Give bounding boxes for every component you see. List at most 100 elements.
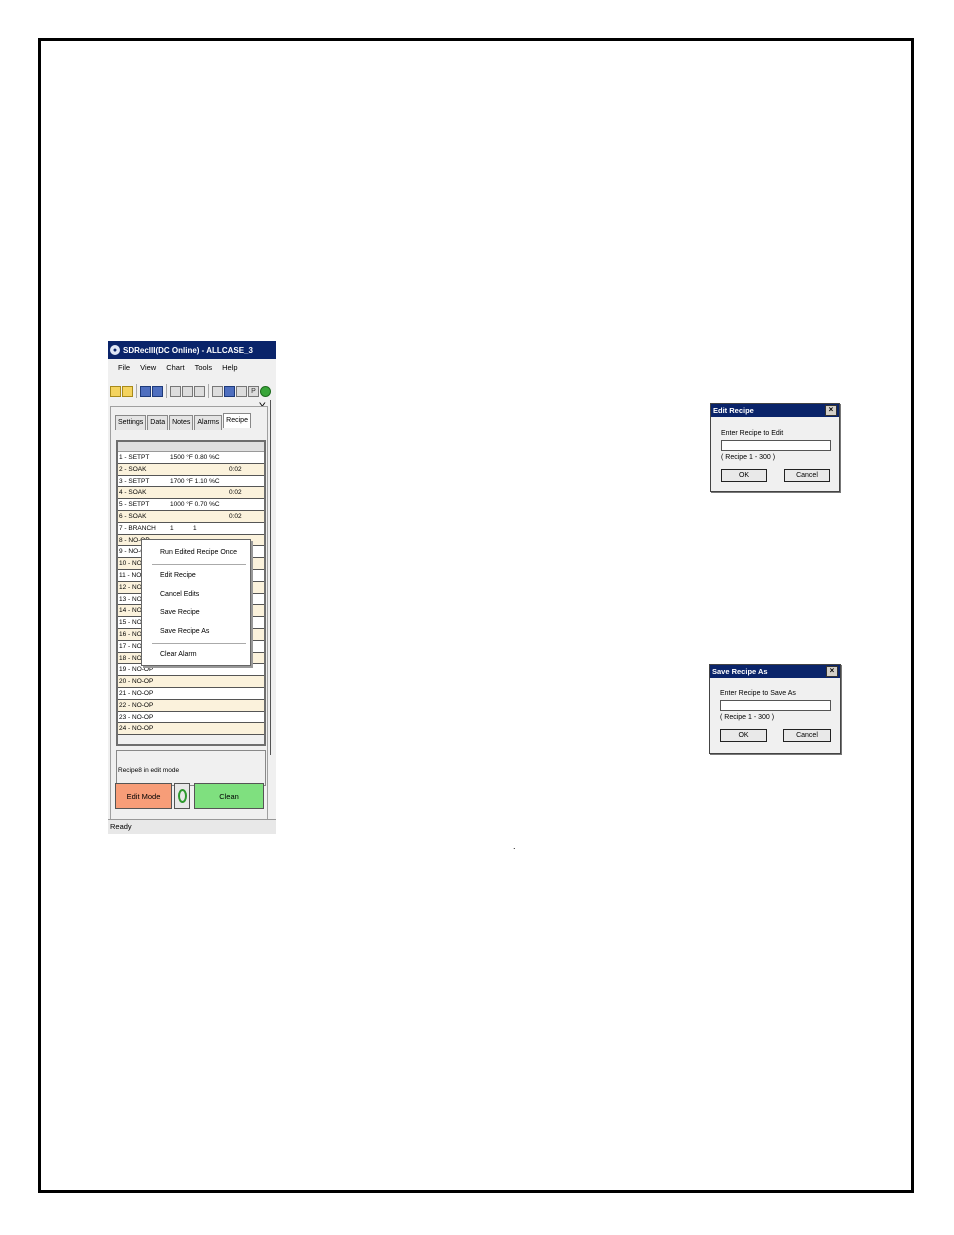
- pen-icon[interactable]: [212, 385, 223, 397]
- help-icon[interactable]: P: [248, 385, 259, 397]
- menu-separator: [152, 643, 246, 644]
- save-recipe-as-dialog: Save Recipe As × Enter Recipe to Save As…: [709, 664, 841, 754]
- recipe-step-name: 20 - NO-OP: [119, 678, 154, 686]
- edit-recipe-dialog: Edit Recipe × Enter Recipe to Edit ( Rec…: [710, 403, 840, 492]
- status-message-area: Recipe8 in edit mode: [116, 750, 266, 786]
- context-menu: Run Edited Recipe Once Edit Recipe Cance…: [141, 539, 251, 666]
- recipe-list-header: [118, 442, 264, 452]
- print-icon[interactable]: [170, 385, 181, 397]
- edit-dialog-title: Edit Recipe: [713, 406, 754, 415]
- recipe-step-value: 1500 °F 0.80 %C: [170, 454, 220, 461]
- new-icon[interactable]: [110, 385, 121, 397]
- menu-help[interactable]: Help: [222, 363, 237, 372]
- recipe-step-value: 1700 °F 1.10 %C: [170, 477, 220, 485]
- recipe-row[interactable]: 2 - SOAK 0:02: [118, 463, 264, 476]
- recipe-step-value-2: 1: [193, 524, 197, 532]
- menu-separator: [152, 564, 246, 565]
- menu-item-save-recipe-as[interactable]: Save Recipe As: [160, 628, 209, 635]
- toolbar-separator: [166, 384, 167, 398]
- recipe-step-time: 0:02: [229, 512, 242, 520]
- status-bar: Ready: [108, 819, 276, 834]
- edit-dialog-range: ( Recipe 1 - 300 ): [721, 454, 776, 461]
- clean-button[interactable]: Clean: [194, 783, 264, 809]
- status-message: Recipe8 in edit mode: [118, 767, 180, 774]
- app-icon: ●: [110, 345, 120, 355]
- save-dialog-prompt: Enter Recipe to Save As: [720, 690, 796, 697]
- tab-notes[interactable]: Notes: [169, 415, 194, 430]
- menu-item-edit-recipe[interactable]: Edit Recipe: [160, 572, 196, 579]
- recipe-step-value: 1000 °F 0.70 %C: [170, 501, 220, 509]
- window-title: SDRecIII(DC Online) - ALLCASE_3: [123, 345, 253, 355]
- title-bar: ● SDRecIII(DC Online) - ALLCASE_3: [108, 341, 276, 359]
- open-folder-icon[interactable]: [122, 385, 133, 397]
- recipe-row[interactable]: 6 - SOAK 0:02: [118, 510, 264, 523]
- recipe-row[interactable]: 1 - SETPT 1500 °F 0.80 %C: [118, 452, 264, 464]
- recipe-step-name: 1 - SETPT: [119, 454, 150, 461]
- pen-blue-icon[interactable]: [224, 385, 235, 397]
- print-setup-icon[interactable]: [194, 385, 205, 397]
- recipe-row[interactable]: 4 - SOAK 0:02: [118, 487, 264, 500]
- recipe-row[interactable]: 20 - NO-OP: [118, 676, 264, 688]
- recipe-step-name: 23 - NO-OP: [119, 713, 154, 721]
- sync-button[interactable]: [174, 783, 190, 809]
- recipe-row[interactable]: 21 - NO-OP: [118, 687, 264, 700]
- edit-mode-button[interactable]: Edit Mode: [115, 783, 172, 809]
- toolbar-separator: [208, 384, 209, 398]
- stray-mark: .: [513, 841, 516, 851]
- recipe-step-time: 0:02: [229, 489, 242, 497]
- edit-dialog-prompt: Enter Recipe to Edit: [721, 430, 784, 437]
- recipe-step-name: 21 - NO-OP: [119, 689, 154, 697]
- menu-item-run-edited-recipe-once[interactable]: Run Edited Recipe Once: [160, 549, 237, 556]
- menu-bar: File View Chart Tools Help: [108, 360, 276, 374]
- recipe-row[interactable]: 23 - NO-OP: [118, 711, 264, 724]
- menu-file[interactable]: File: [118, 363, 130, 372]
- ok-button[interactable]: OK: [721, 469, 767, 482]
- sync-icon: [177, 789, 187, 803]
- edit-dialog-title-bar: Edit Recipe ×: [711, 404, 839, 417]
- recipe-row[interactable]: 24 - NO-OP: [118, 723, 264, 736]
- recipe-step-name: 5 - SETPT: [119, 501, 150, 509]
- menu-view[interactable]: View: [140, 363, 156, 372]
- recipe-step-value: 1: [170, 524, 174, 532]
- close-icon[interactable]: ×: [826, 666, 838, 677]
- recipe-row[interactable]: 19 - NO-OP: [118, 664, 264, 677]
- recipe-step-name: 3 - SETPT: [119, 477, 150, 485]
- recipe-row[interactable]: 3 - SETPT 1700 °F 1.10 %C: [118, 475, 264, 488]
- save-dialog-range: ( Recipe 1 - 300 ): [720, 714, 775, 721]
- recipe-step-name: 7 - BRANCH: [119, 524, 156, 532]
- grid-icon[interactable]: [236, 385, 247, 397]
- save-dialog-title: Save Recipe As: [712, 667, 768, 676]
- ok-button[interactable]: OK: [720, 729, 767, 742]
- recipe-step-time: 0:02: [229, 465, 242, 473]
- tab-settings[interactable]: Settings: [115, 415, 147, 430]
- recipe-step-name: 24 - NO-OP: [119, 725, 154, 733]
- tab-alarms[interactable]: Alarms: [194, 415, 223, 430]
- recipe-row[interactable]: 7 - BRANCH 1 1: [118, 522, 264, 535]
- recipe-step-name: 2 - SOAK: [119, 465, 147, 473]
- print-preview-icon[interactable]: [182, 385, 193, 397]
- recipe-step-name: 4 - SOAK: [119, 489, 147, 497]
- close-icon[interactable]: ×: [825, 405, 837, 416]
- save-icon[interactable]: [140, 385, 151, 397]
- save-dialog-title-bar: Save Recipe As ×: [710, 665, 840, 678]
- save-all-icon[interactable]: [152, 385, 163, 397]
- menu-item-save-recipe[interactable]: Save Recipe: [160, 609, 200, 616]
- cancel-button[interactable]: Cancel: [783, 729, 831, 742]
- recipe-number-input[interactable]: [721, 440, 831, 451]
- menu-tools[interactable]: Tools: [195, 363, 213, 372]
- chart-pane-edge: [270, 400, 277, 755]
- menu-item-clear-alarm[interactable]: Clear Alarm: [160, 651, 197, 658]
- menu-chart[interactable]: Chart: [166, 363, 184, 372]
- tab-recipe[interactable]: Recipe: [223, 413, 251, 428]
- toolbar: P: [108, 381, 276, 401]
- recipe-row[interactable]: 22 - NO-OP: [118, 699, 264, 712]
- cancel-button[interactable]: Cancel: [784, 469, 830, 482]
- save-as-number-input[interactable]: [720, 700, 831, 711]
- recipe-row[interactable]: 5 - SETPT 1000 °F 0.70 %C: [118, 499, 264, 511]
- refresh-icon[interactable]: [260, 385, 271, 397]
- menu-item-cancel-edits[interactable]: Cancel Edits: [160, 591, 199, 598]
- recipe-step-name: 6 - SOAK: [119, 512, 147, 520]
- tab-strip: Settings Data Notes Alarms Recipe: [115, 413, 252, 430]
- recipe-step-name: 22 - NO-OP: [119, 701, 154, 709]
- tab-data[interactable]: Data: [147, 415, 169, 430]
